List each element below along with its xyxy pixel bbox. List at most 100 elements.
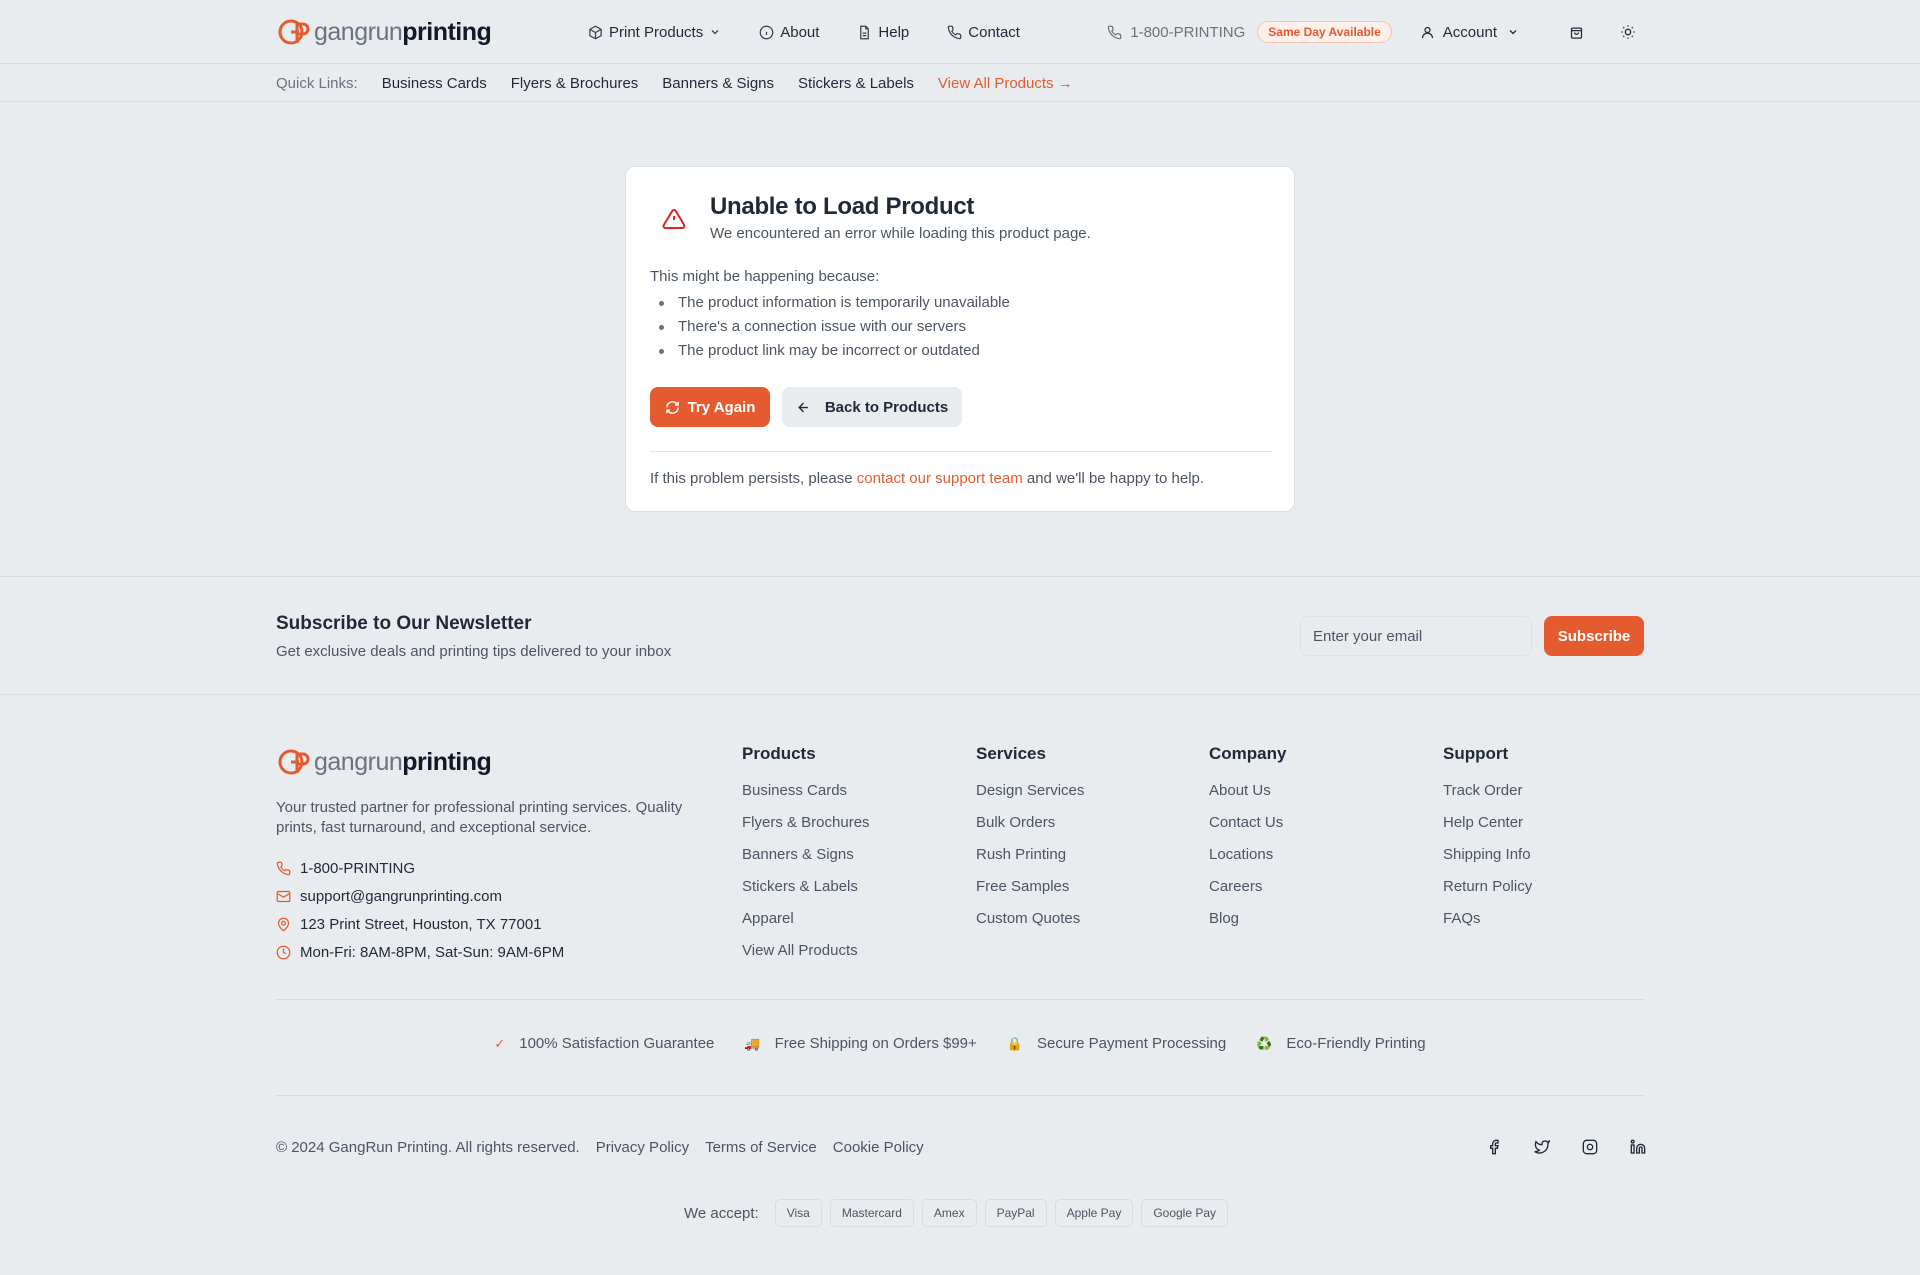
phone-icon	[947, 25, 962, 39]
quick-link-business-cards[interactable]: Business Cards	[382, 75, 487, 92]
quick-links-label: Quick Links:	[276, 74, 358, 92]
footer-link[interactable]: Free Samples	[976, 877, 1084, 909]
footer-link[interactable]: Rush Printing	[976, 845, 1084, 877]
error-title: Unable to Load Product	[710, 193, 975, 220]
nav-contact-label: Contact	[968, 23, 1020, 41]
footer-hours: Mon-Fri: 8AM-8PM, Sat-Sun: 9AM-6PM	[276, 938, 564, 966]
info-icon	[759, 25, 774, 39]
quick-links-bar: Quick Links: Business Cards Flyers & Bro…	[0, 64, 1920, 102]
footer-address: 123 Print Street, Houston, TX 77001	[276, 910, 564, 938]
account-label: Account	[1442, 23, 1497, 41]
truck-icon: 🚚	[744, 1035, 761, 1051]
footer-email[interactable]: support@gangrunprinting.com	[276, 882, 564, 910]
footer-link[interactable]: About Us	[1209, 781, 1286, 813]
footer-link[interactable]: Contact Us	[1209, 813, 1286, 845]
header-phone[interactable]: 1-800-PRINTING	[1107, 24, 1245, 41]
twitter-icon	[1534, 1139, 1550, 1154]
facebook-link[interactable]	[1470, 1139, 1518, 1155]
nav-help[interactable]: Help	[857, 24, 909, 41]
subscribe-button[interactable]: Subscribe	[1544, 616, 1644, 656]
linkedin-link[interactable]	[1614, 1139, 1662, 1155]
chevron-down-icon	[1509, 30, 1517, 35]
trust-item-label: 100% Satisfaction Guarantee	[519, 1035, 715, 1052]
trust-item-label: Secure Payment Processing	[1036, 1035, 1227, 1052]
footer-link[interactable]: Flyers & Brochures	[742, 813, 870, 845]
divider	[650, 451, 1272, 452]
logo-text-light: gangrun	[314, 747, 403, 776]
cookie-policy-link[interactable]: Cookie Policy	[833, 1139, 924, 1156]
header-phone-number: 1-800-PRINTING	[1130, 23, 1246, 41]
contact-support-link[interactable]: contact our support team	[857, 470, 1023, 487]
we-accept-label: We accept:	[683, 1204, 759, 1222]
social-links	[1470, 1139, 1662, 1155]
nav-about[interactable]: About	[759, 24, 819, 41]
footer-email-text: support@gangrunprinting.com	[300, 887, 503, 905]
terms-of-service-link[interactable]: Terms of Service	[705, 1139, 817, 1156]
footer-legal: © 2024 GangRun Printing. All rights rese…	[276, 1139, 924, 1156]
newsletter-email-input[interactable]	[1300, 616, 1532, 656]
payment-badge-google-pay: Google Pay	[1141, 1199, 1229, 1227]
quick-link-stickers[interactable]: Stickers & Labels	[798, 75, 914, 92]
nav-about-label: About	[780, 23, 820, 41]
main-nav: Print Products About Help Contact	[588, 0, 1058, 64]
error-card: Unable to Load Product We encountered an…	[625, 166, 1295, 512]
payment-badge-visa: Visa	[774, 1199, 822, 1227]
back-to-products-button[interactable]: Back to Products	[782, 387, 962, 427]
footer-link[interactable]: Blog	[1209, 909, 1286, 941]
footer-link[interactable]: Apparel	[742, 909, 870, 941]
footer-link[interactable]: Careers	[1209, 877, 1286, 909]
nav-print-products[interactable]: Print Products	[588, 24, 721, 41]
newsletter-subtitle: Get exclusive deals and printing tips de…	[276, 643, 672, 660]
footer-col-title: Services	[976, 744, 1046, 763]
twitter-link[interactable]	[1518, 1139, 1566, 1155]
nav-contact[interactable]: Contact	[947, 24, 1020, 41]
trust-item: 🚚 Free Shipping on Orders $99+	[744, 1035, 976, 1052]
quick-link-view-all[interactable]: View All Products →	[938, 75, 1073, 92]
footer-col-services: Services Design Services Bulk Orders Rus…	[976, 744, 1084, 941]
footer-link[interactable]: FAQs	[1443, 909, 1532, 941]
box-icon	[589, 25, 602, 39]
error-reasons-list: The product information is temporarily u…	[659, 293, 1010, 365]
footer-col-company: Company About Us Contact Us Locations Ca…	[1209, 744, 1286, 941]
footer-link[interactable]: Shipping Info	[1443, 845, 1532, 877]
footer-link[interactable]: Return Policy	[1443, 877, 1532, 909]
footer-address-text: 123 Print Street, Houston, TX 77001	[300, 915, 542, 933]
sun-icon	[1621, 25, 1635, 39]
list-item: The product information is temporarily u…	[659, 293, 1010, 317]
footer-link[interactable]: Help Center	[1443, 813, 1532, 845]
footer-hours-text: Mon-Fri: 8AM-8PM, Sat-Sun: 9AM-6PM	[300, 943, 565, 961]
footer-logo[interactable]: gangrun printing	[278, 747, 492, 776]
quick-link-banners[interactable]: Banners & Signs	[662, 75, 774, 92]
instagram-link[interactable]	[1566, 1139, 1614, 1155]
list-item: There's a connection issue with our serv…	[659, 317, 1010, 341]
footer-link[interactable]: Locations	[1209, 845, 1286, 877]
cart-button[interactable]	[1569, 25, 1584, 40]
newsletter-section: Subscribe to Our Newsletter Get exclusiv…	[0, 576, 1920, 695]
mail-icon	[276, 890, 291, 902]
privacy-policy-link[interactable]: Privacy Policy	[596, 1139, 689, 1156]
footer-link[interactable]: Design Services	[976, 781, 1084, 813]
payment-badge-mastercard: Mastercard	[829, 1199, 914, 1227]
footer-divider	[276, 999, 1644, 1000]
footer-link[interactable]: Banners & Signs	[742, 845, 870, 877]
logo-text-bold: printing	[402, 17, 492, 46]
footer-link[interactable]: Track Order	[1443, 781, 1532, 813]
quick-link-flyers[interactable]: Flyers & Brochures	[511, 75, 639, 92]
payment-badge-apple-pay: Apple Pay	[1054, 1199, 1134, 1227]
try-again-button[interactable]: Try Again	[650, 387, 770, 427]
brand-logo[interactable]: gangrun printing	[278, 17, 492, 46]
footer-col-products: Products Business Cards Flyers & Brochur…	[742, 744, 870, 973]
footer-link[interactable]: View All Products	[742, 941, 870, 973]
footer-link[interactable]: Business Cards	[742, 781, 870, 813]
theme-toggle[interactable]	[1620, 24, 1636, 40]
footer-phone[interactable]: 1-800-PRINTING	[276, 854, 564, 882]
logo-text-bold: printing	[402, 747, 492, 776]
payment-badge-paypal: PayPal	[984, 1199, 1047, 1227]
arrow-left-icon	[797, 402, 808, 412]
account-menu[interactable]: Account	[1420, 24, 1519, 41]
newsletter-title: Subscribe to Our Newsletter	[276, 613, 532, 634]
footer-link[interactable]: Custom Quotes	[976, 909, 1084, 941]
footer-link[interactable]: Stickers & Labels	[742, 877, 870, 909]
footer-link[interactable]: Bulk Orders	[976, 813, 1084, 845]
trust-item: ✓ 100% Satisfaction Guarantee	[494, 1035, 714, 1052]
